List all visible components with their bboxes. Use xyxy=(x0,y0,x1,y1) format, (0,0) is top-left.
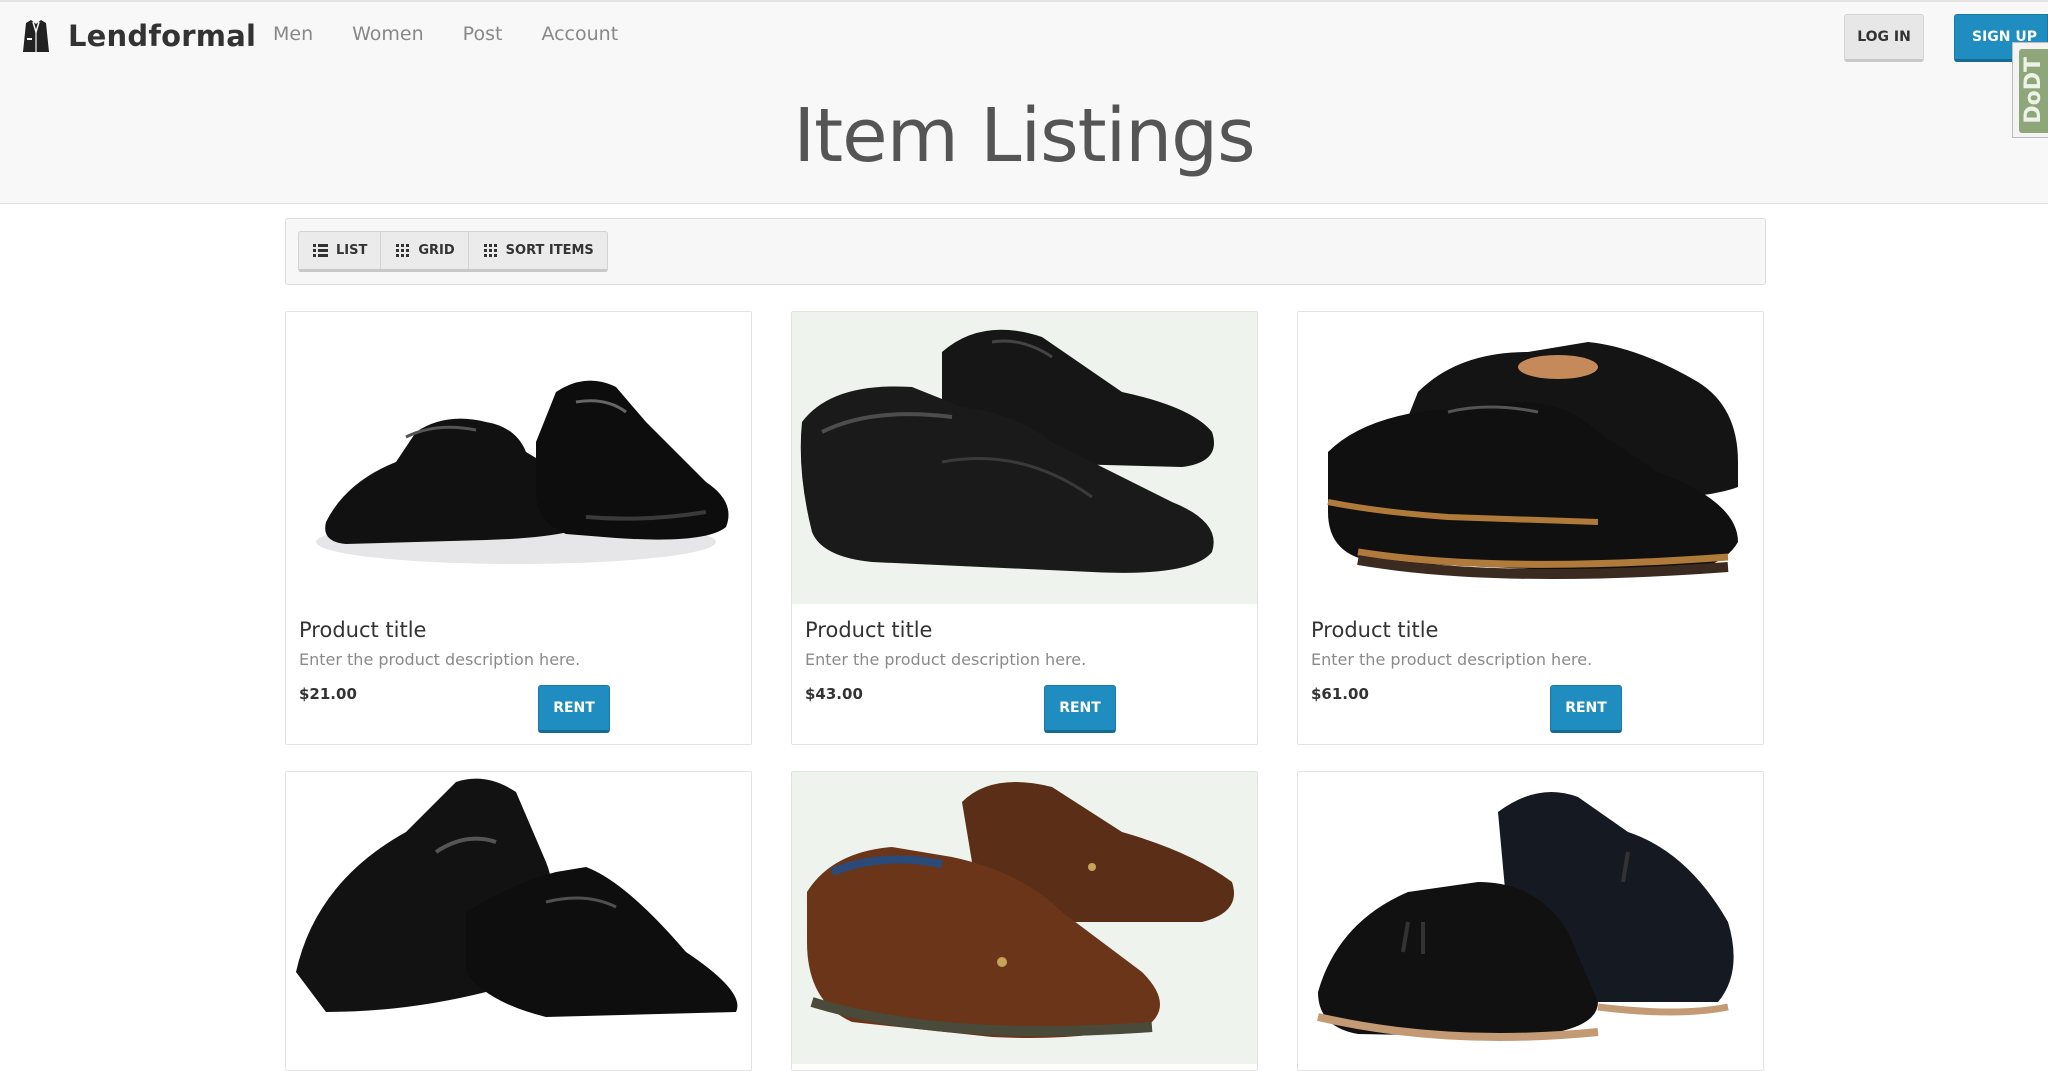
product-image[interactable] xyxy=(286,312,751,604)
product-image[interactable] xyxy=(286,772,751,1064)
nav-item-women[interactable]: Women xyxy=(352,20,424,48)
rent-button[interactable]: RENT xyxy=(1044,685,1116,733)
rent-button[interactable]: RENT xyxy=(1550,685,1622,733)
product-title[interactable]: Product title xyxy=(299,618,426,642)
list-view-button[interactable]: LIST xyxy=(299,232,382,269)
login-button[interactable]: LOG IN xyxy=(1844,14,1924,62)
product-card xyxy=(285,771,752,1071)
product-card xyxy=(1297,771,1764,1071)
product-price: $61.00 xyxy=(1311,685,1369,703)
brand[interactable]: Lendformal xyxy=(22,16,256,56)
product-title[interactable]: Product title xyxy=(805,618,932,642)
product-card: Product title Enter the product descript… xyxy=(791,311,1258,745)
nav-item-post[interactable]: Post xyxy=(463,20,503,48)
product-image[interactable] xyxy=(792,312,1257,604)
grid-view-button[interactable]: GRID xyxy=(381,232,469,269)
page-title: Item Listings xyxy=(793,93,1255,179)
nav-item-men[interactable]: Men xyxy=(273,20,313,48)
grid-view-label: GRID xyxy=(418,243,455,258)
grid-icon xyxy=(483,244,497,257)
view-button-group: LIST GRID SORT ITEMS xyxy=(298,231,608,272)
list-icon xyxy=(313,244,328,257)
product-card: Product title Enter the product descript… xyxy=(285,311,752,745)
product-card: Product title Enter the product descript… xyxy=(1297,311,1764,745)
product-price: $21.00 xyxy=(299,685,357,703)
product-description: Enter the product description here. xyxy=(1311,650,1593,669)
product-image[interactable] xyxy=(1298,312,1763,604)
jacket-icon xyxy=(23,20,49,52)
main-nav: Men Women Post Account xyxy=(273,20,657,48)
product-card xyxy=(791,771,1258,1071)
brand-name: Lendformal xyxy=(68,19,257,53)
page-header: Lendformal Men Women Post Account LOG IN… xyxy=(0,0,2048,204)
product-description: Enter the product description here. xyxy=(805,650,1087,669)
list-view-label: LIST xyxy=(336,243,368,258)
sort-items-button[interactable]: SORT ITEMS xyxy=(469,232,607,269)
product-image[interactable] xyxy=(792,772,1257,1064)
sort-items-label: SORT ITEMS xyxy=(505,243,594,258)
view-toolbar: LIST GRID SORT ITEMS xyxy=(285,218,1766,285)
product-title[interactable]: Product title xyxy=(1311,618,1438,642)
rent-button[interactable]: RENT xyxy=(538,685,610,733)
nav-item-account[interactable]: Account xyxy=(541,20,618,48)
product-description: Enter the product description here. xyxy=(299,650,581,669)
grid-icon xyxy=(396,244,410,257)
product-price: $43.00 xyxy=(805,685,863,703)
product-image[interactable] xyxy=(1298,772,1763,1064)
